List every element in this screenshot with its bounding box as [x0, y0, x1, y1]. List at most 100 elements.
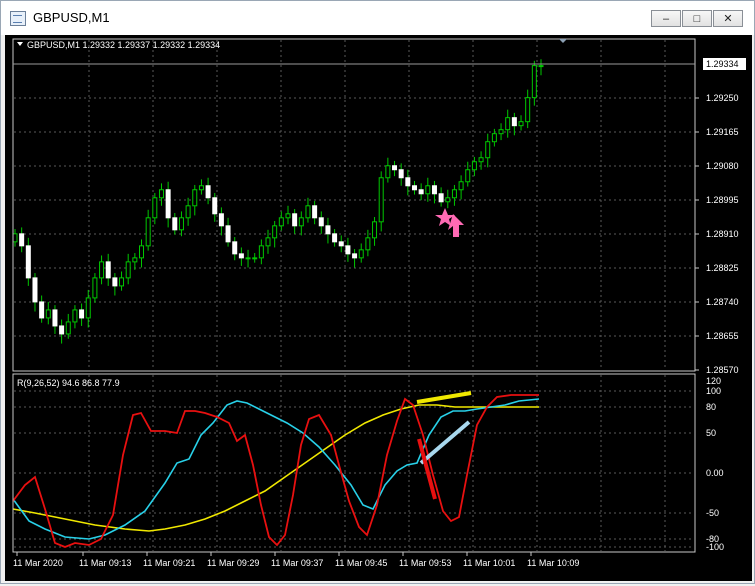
candle-body — [152, 197, 158, 219]
close-button[interactable]: ✕ — [713, 10, 743, 27]
candle-body — [358, 249, 364, 259]
chart-canvas[interactable]: GBPUSD,M1 1.29332 1.29337 1.29332 1.2933… — [5, 35, 752, 581]
candle-body — [198, 185, 204, 191]
price-axis-label: 1.29080 — [706, 161, 739, 171]
candle-body — [165, 189, 171, 219]
indicator-axis-label: 50 — [706, 428, 716, 438]
candle-body — [498, 129, 504, 135]
candle-body — [438, 193, 444, 203]
candle-body — [451, 189, 457, 199]
price-axis-label: 1.28655 — [706, 331, 739, 341]
candle-body — [99, 261, 105, 279]
candle-body — [218, 213, 224, 227]
time-axis-label: 11 Mar 09:45 — [335, 558, 387, 568]
candle-body — [392, 165, 398, 171]
candle-body — [325, 225, 331, 235]
candle-body — [458, 181, 464, 191]
candle-body — [318, 217, 324, 227]
indicator-axis-label: 80 — [706, 402, 716, 412]
dropdown-triangle-icon[interactable] — [17, 42, 23, 46]
indicator-panel-frame — [12, 373, 696, 553]
candle-body — [405, 177, 411, 187]
candle-body — [65, 321, 71, 335]
candle-body — [485, 141, 491, 159]
time-axis-label: 11 Mar 10:09 — [527, 558, 579, 568]
candle-body — [511, 117, 517, 127]
candle-body — [445, 197, 451, 203]
title-bar[interactable]: GBPUSD,M1 – □ ✕ — [1, 1, 754, 35]
price-header: GBPUSD,M1 1.29332 1.29337 1.29332 1.2933… — [27, 40, 220, 50]
candle-body — [332, 233, 338, 243]
time-axis-label: 11 Mar 10:01 — [463, 558, 515, 568]
candle-body — [19, 233, 25, 247]
minimize-button[interactable]: – — [651, 10, 681, 27]
chart-area[interactable]: GBPUSD,M1 1.29332 1.29337 1.29332 1.2933… — [5, 35, 752, 581]
candle-body — [272, 225, 278, 239]
buy-arrow-icon[interactable] — [435, 208, 464, 237]
price-axis-label: 1.29250 — [706, 93, 739, 103]
maximize-button[interactable]: □ — [682, 10, 712, 27]
candle-body — [92, 277, 98, 299]
price-axis-label: 1.29165 — [706, 127, 739, 137]
candle-body — [72, 309, 78, 323]
price-axis-label: 1.28910 — [706, 229, 739, 239]
candle-body — [132, 257, 138, 263]
candle-body — [125, 261, 131, 279]
candle-body — [372, 221, 378, 239]
candle-body — [525, 97, 531, 123]
indicator-header: R(9,26,52) 94.6 86.8 77.9 — [17, 378, 120, 388]
blue-annotation-stroke — [419, 420, 471, 465]
chart-window-icon — [10, 11, 26, 26]
candle-body — [385, 165, 391, 179]
candle-body — [345, 245, 351, 255]
candle-body — [471, 161, 477, 171]
candle-body — [265, 237, 271, 247]
indicator-axis-label: 100 — [706, 386, 721, 396]
chart-window: GBPUSD,M1 – □ ✕ GBPUSD,M1 1.29332 1.2933… — [0, 0, 755, 584]
candle-body — [365, 237, 371, 251]
candle-body — [52, 309, 58, 327]
candle-body — [172, 217, 178, 231]
time-axis-label: 11 Mar 09:13 — [79, 558, 131, 568]
candle-body — [25, 245, 31, 279]
candle-body — [225, 225, 231, 243]
candle-body — [59, 325, 65, 335]
indicator-axis-label: 0.00 — [706, 468, 724, 478]
candle-body — [145, 217, 151, 247]
candle-body — [232, 241, 238, 255]
candle-body — [112, 277, 118, 287]
candle-body — [292, 213, 298, 227]
candle-body — [178, 217, 184, 231]
candle-body — [32, 277, 38, 303]
price-panel-frame — [12, 38, 696, 372]
candle-body — [85, 297, 91, 319]
candle-body — [139, 245, 145, 259]
candle-body — [185, 205, 191, 219]
candle-body — [205, 185, 211, 199]
yellow-annotation-stroke — [416, 391, 472, 404]
candle-body — [465, 169, 471, 183]
candle-body — [192, 189, 198, 207]
candle-body — [39, 301, 45, 319]
candle-body — [411, 185, 417, 191]
indicator-line-cyan — [12, 398, 540, 540]
candle-body — [45, 309, 51, 319]
window-title: GBPUSD,M1 — [33, 10, 110, 25]
price-axis-label: 1.28570 — [706, 365, 739, 375]
candle-body — [105, 261, 111, 279]
indicator-axis-label: -50 — [706, 508, 719, 518]
candle-body — [531, 65, 537, 99]
candle-body — [212, 197, 218, 215]
candle-body — [119, 277, 125, 287]
candle-body — [338, 241, 344, 247]
candle-body — [12, 233, 18, 243]
current-price-label: 1.29334 — [706, 59, 739, 69]
shift-marker-icon[interactable] — [559, 39, 567, 43]
candle-body — [425, 185, 431, 195]
time-axis-label: 11 Mar 09:21 — [143, 558, 195, 568]
time-axis-label: 11 Mar 09:53 — [399, 558, 451, 568]
candle-body — [418, 189, 424, 195]
candle-body — [79, 309, 85, 319]
price-axis-label: 1.28740 — [706, 297, 739, 307]
candle-body — [298, 217, 304, 227]
